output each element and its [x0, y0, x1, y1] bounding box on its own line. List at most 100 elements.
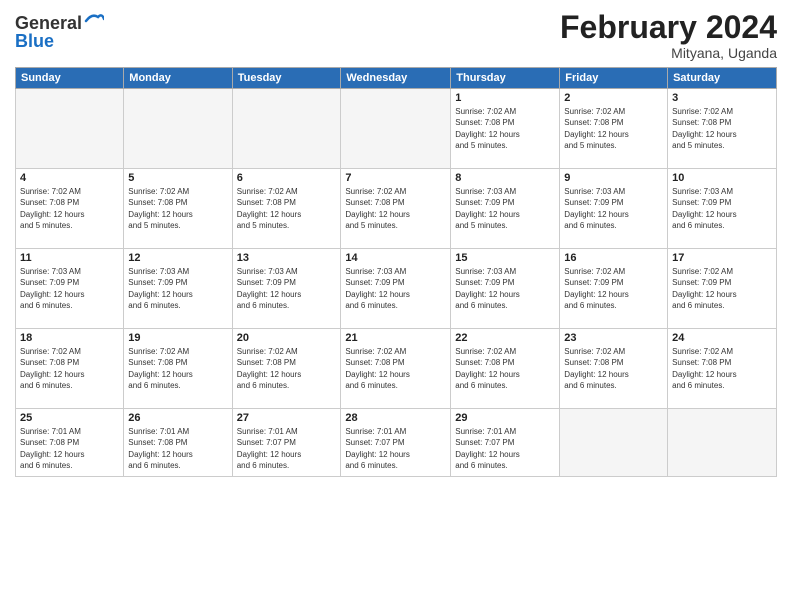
day-number: 10 [672, 172, 772, 184]
day-number: 6 [237, 172, 337, 184]
day-number: 21 [345, 332, 446, 344]
day-number: 28 [345, 412, 446, 424]
weekday-header-friday: Friday [560, 68, 668, 89]
day-number: 13 [237, 252, 337, 264]
weekday-header-row: SundayMondayTuesdayWednesdayThursdayFrid… [16, 68, 777, 89]
weekday-header-sunday: Sunday [16, 68, 124, 89]
calendar-cell [341, 89, 451, 169]
day-info: Sunrise: 7:03 AM Sunset: 7:09 PM Dayligh… [455, 186, 555, 231]
day-info: Sunrise: 7:02 AM Sunset: 7:08 PM Dayligh… [237, 346, 337, 391]
day-number: 22 [455, 332, 555, 344]
title-block: February 2024 Mityana, Uganda [560, 10, 777, 61]
day-info: Sunrise: 7:02 AM Sunset: 7:08 PM Dayligh… [128, 186, 227, 231]
day-info: Sunrise: 7:02 AM Sunset: 7:08 PM Dayligh… [345, 346, 446, 391]
calendar-cell: 5 Sunrise: 7:02 AM Sunset: 7:08 PM Daylig… [124, 169, 232, 249]
weekday-header-monday: Monday [124, 68, 232, 89]
calendar-cell: 24 Sunrise: 7:02 AM Sunset: 7:08 PM Dayli… [668, 329, 777, 409]
day-number: 5 [128, 172, 227, 184]
calendar-cell: 16 Sunrise: 7:02 AM Sunset: 7:09 PM Dayli… [560, 249, 668, 329]
calendar-cell: 1 Sunrise: 7:02 AM Sunset: 7:08 PM Daylig… [451, 89, 560, 169]
day-number: 4 [20, 172, 119, 184]
calendar-cell: 10 Sunrise: 7:03 AM Sunset: 7:09 PM Dayli… [668, 169, 777, 249]
calendar-cell: 25 Sunrise: 7:01 AM Sunset: 7:08 PM Dayli… [16, 409, 124, 477]
day-info: Sunrise: 7:02 AM Sunset: 7:08 PM Dayligh… [564, 106, 663, 151]
day-number: 25 [20, 412, 119, 424]
calendar-cell: 19 Sunrise: 7:02 AM Sunset: 7:08 PM Dayli… [124, 329, 232, 409]
day-number: 7 [345, 172, 446, 184]
logo: General Blue [15, 14, 104, 52]
calendar-cell: 2 Sunrise: 7:02 AM Sunset: 7:08 PM Daylig… [560, 89, 668, 169]
day-number: 26 [128, 412, 227, 424]
day-number: 17 [672, 252, 772, 264]
day-number: 23 [564, 332, 663, 344]
day-number: 9 [564, 172, 663, 184]
weekday-header-thursday: Thursday [451, 68, 560, 89]
calendar: SundayMondayTuesdayWednesdayThursdayFrid… [15, 67, 777, 477]
header: General Blue February 2024 Mityana, Ugan… [15, 10, 777, 61]
calendar-cell: 23 Sunrise: 7:02 AM Sunset: 7:08 PM Dayli… [560, 329, 668, 409]
day-number: 24 [672, 332, 772, 344]
day-info: Sunrise: 7:01 AM Sunset: 7:08 PM Dayligh… [20, 426, 119, 471]
day-info: Sunrise: 7:03 AM Sunset: 7:09 PM Dayligh… [20, 266, 119, 311]
day-info: Sunrise: 7:02 AM Sunset: 7:08 PM Dayligh… [455, 346, 555, 391]
day-number: 20 [237, 332, 337, 344]
logo-blue-text: Blue [15, 31, 54, 51]
calendar-cell [232, 89, 341, 169]
calendar-cell: 9 Sunrise: 7:03 AM Sunset: 7:09 PM Daylig… [560, 169, 668, 249]
week-row-1: 4 Sunrise: 7:02 AM Sunset: 7:08 PM Daylig… [16, 169, 777, 249]
day-info: Sunrise: 7:01 AM Sunset: 7:07 PM Dayligh… [345, 426, 446, 471]
week-row-0: 1 Sunrise: 7:02 AM Sunset: 7:08 PM Daylig… [16, 89, 777, 169]
day-number: 11 [20, 252, 119, 264]
calendar-cell: 15 Sunrise: 7:03 AM Sunset: 7:09 PM Dayli… [451, 249, 560, 329]
calendar-cell: 8Sunrise: 7:03 AM Sunset: 7:09 PM Daylig… [451, 169, 560, 249]
calendar-cell: 28 Sunrise: 7:01 AM Sunset: 7:07 PM Dayli… [341, 409, 451, 477]
day-info: Sunrise: 7:02 AM Sunset: 7:08 PM Dayligh… [20, 346, 119, 391]
day-number: 27 [237, 412, 337, 424]
day-info: Sunrise: 7:02 AM Sunset: 7:09 PM Dayligh… [564, 266, 663, 311]
logo-icon [84, 11, 104, 31]
week-row-3: 18 Sunrise: 7:02 AM Sunset: 7:08 PM Dayli… [16, 329, 777, 409]
calendar-cell: 14Sunrise: 7:03 AM Sunset: 7:09 PM Dayli… [341, 249, 451, 329]
day-number: 18 [20, 332, 119, 344]
day-info: Sunrise: 7:02 AM Sunset: 7:08 PM Dayligh… [345, 186, 446, 231]
calendar-cell: 21 Sunrise: 7:02 AM Sunset: 7:08 PM Dayli… [341, 329, 451, 409]
day-info: Sunrise: 7:03 AM Sunset: 7:09 PM Dayligh… [128, 266, 227, 311]
week-row-4: 25 Sunrise: 7:01 AM Sunset: 7:08 PM Dayli… [16, 409, 777, 477]
day-number: 19 [128, 332, 227, 344]
calendar-cell: 18 Sunrise: 7:02 AM Sunset: 7:08 PM Dayli… [16, 329, 124, 409]
day-info: Sunrise: 7:01 AM Sunset: 7:07 PM Dayligh… [455, 426, 555, 471]
weekday-header-tuesday: Tuesday [232, 68, 341, 89]
calendar-cell: 26 Sunrise: 7:01 AM Sunset: 7:08 PM Dayli… [124, 409, 232, 477]
calendar-cell: 7 Sunrise: 7:02 AM Sunset: 7:08 PM Daylig… [341, 169, 451, 249]
calendar-cell: 6 Sunrise: 7:02 AM Sunset: 7:08 PM Daylig… [232, 169, 341, 249]
calendar-cell [560, 409, 668, 477]
day-info: Sunrise: 7:01 AM Sunset: 7:08 PM Dayligh… [128, 426, 227, 471]
day-number: 15 [455, 252, 555, 264]
calendar-cell: 20 Sunrise: 7:02 AM Sunset: 7:08 PM Dayli… [232, 329, 341, 409]
day-number: 29 [455, 412, 555, 424]
calendar-cell: 22 Sunrise: 7:02 AM Sunset: 7:08 PM Dayli… [451, 329, 560, 409]
calendar-cell [124, 89, 232, 169]
day-info: Sunrise: 7:02 AM Sunset: 7:08 PM Dayligh… [672, 346, 772, 391]
day-info: Sunrise: 7:02 AM Sunset: 7:08 PM Dayligh… [455, 106, 555, 151]
calendar-cell: 3 Sunrise: 7:02 AM Sunset: 7:08 PM Daylig… [668, 89, 777, 169]
day-info: Sunrise: 7:02 AM Sunset: 7:08 PM Dayligh… [128, 346, 227, 391]
day-info: Sunrise: 7:03 AM Sunset: 7:09 PM Dayligh… [672, 186, 772, 231]
calendar-cell: 11 Sunrise: 7:03 AM Sunset: 7:09 PM Dayli… [16, 249, 124, 329]
week-row-2: 11 Sunrise: 7:03 AM Sunset: 7:09 PM Dayli… [16, 249, 777, 329]
day-number: 2 [564, 92, 663, 104]
day-info: Sunrise: 7:03 AM Sunset: 7:09 PM Dayligh… [455, 266, 555, 311]
day-number: 16 [564, 252, 663, 264]
day-number: 3 [672, 92, 772, 104]
calendar-cell: 4Sunrise: 7:02 AM Sunset: 7:08 PM Daylig… [16, 169, 124, 249]
calendar-cell: 29 Sunrise: 7:01 AM Sunset: 7:07 PM Dayli… [451, 409, 560, 477]
day-info: Sunrise: 7:03 AM Sunset: 7:09 PM Dayligh… [564, 186, 663, 231]
day-number: 1 [455, 92, 555, 104]
day-info: Sunrise: 7:03 AM Sunset: 7:09 PM Dayligh… [345, 266, 446, 311]
day-info: Sunrise: 7:02 AM Sunset: 7:08 PM Dayligh… [672, 106, 772, 151]
day-info: Sunrise: 7:02 AM Sunset: 7:08 PM Dayligh… [237, 186, 337, 231]
day-info: Sunrise: 7:03 AM Sunset: 7:09 PM Dayligh… [237, 266, 337, 311]
subtitle: Mityana, Uganda [560, 45, 777, 61]
day-info: Sunrise: 7:02 AM Sunset: 7:08 PM Dayligh… [564, 346, 663, 391]
calendar-cell [668, 409, 777, 477]
